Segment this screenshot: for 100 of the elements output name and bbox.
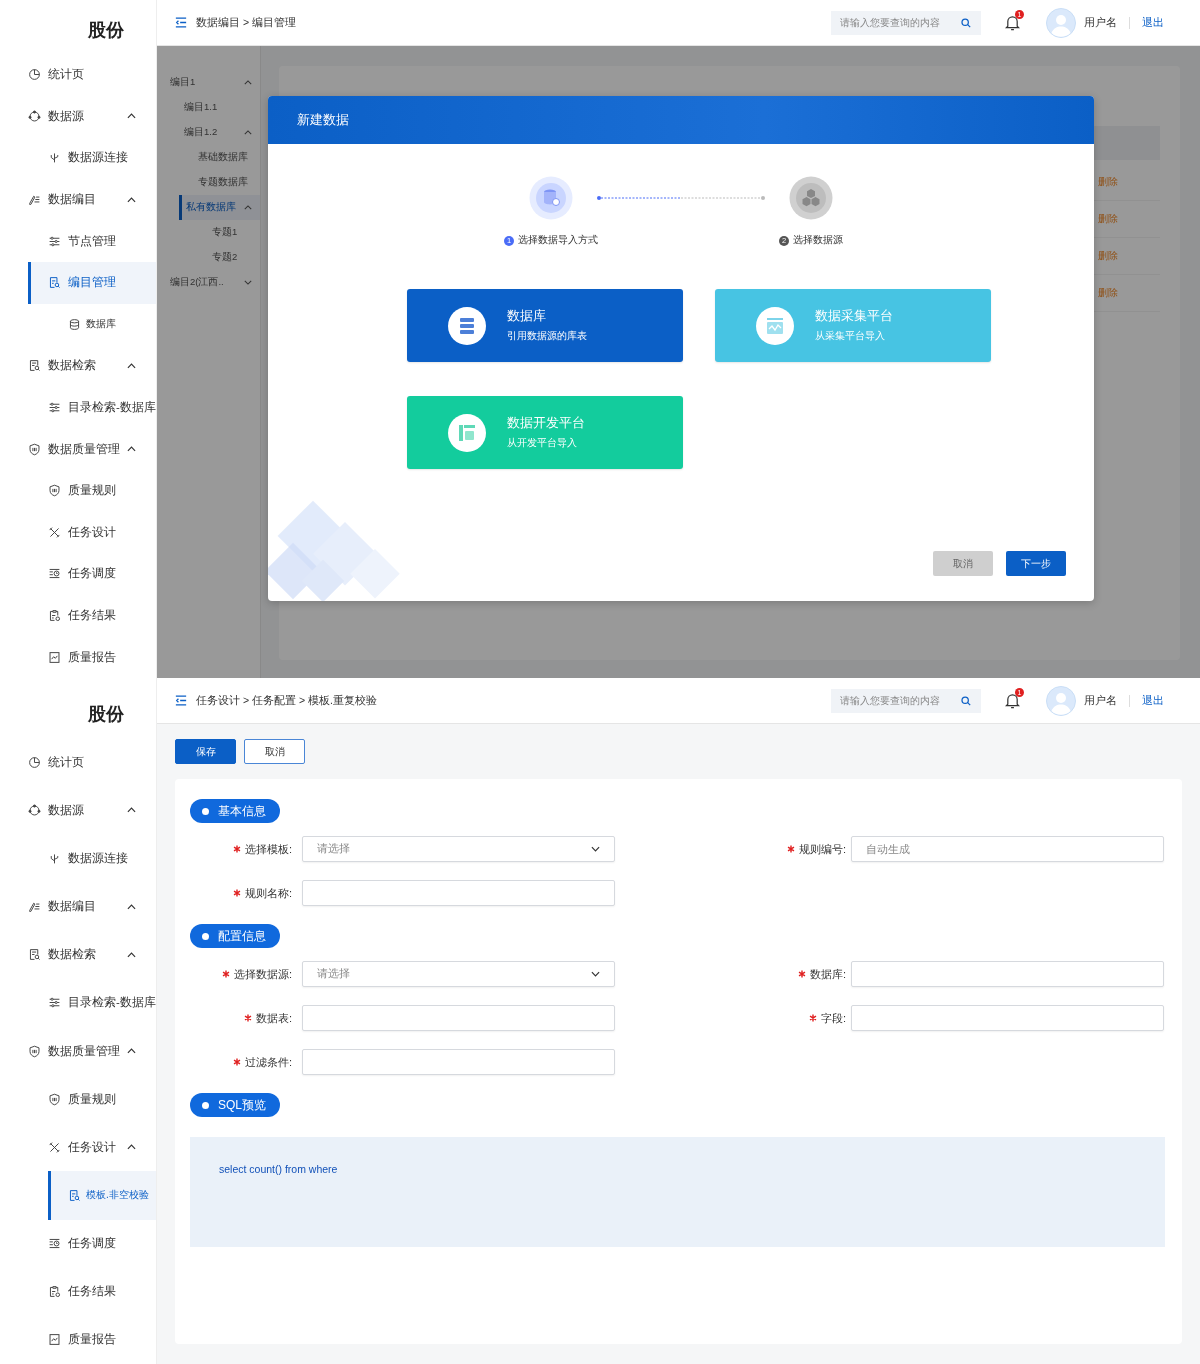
sidebar-item[interactable]: 任务设计: [28, 511, 156, 554]
save-button[interactable]: 保存: [175, 739, 236, 764]
report-icon: [48, 1333, 61, 1347]
bell-icon[interactable]: [1005, 14, 1020, 31]
field-label: 数据库:: [785, 966, 851, 982]
clipboard-icon: [48, 609, 61, 622]
search-icon[interactable]: [961, 695, 971, 706]
cancel-button[interactable]: 取消: [244, 739, 305, 764]
sidebar-item[interactable]: 目录检索-数据库: [28, 978, 156, 1027]
sidebar-item[interactable]: 数据源: [8, 786, 156, 835]
tree-item[interactable]: 专题数据库: [157, 170, 260, 195]
next-button[interactable]: 下一步: [1006, 551, 1066, 576]
sidebar-item[interactable]: 质量报告: [28, 636, 156, 678]
company-logo: 股份: [88, 703, 124, 726]
menu-icon[interactable]: [175, 695, 187, 706]
select-field[interactable]: 请选择: [302, 961, 615, 987]
input-field[interactable]: 自动生成: [851, 836, 1164, 862]
sidebar-item[interactable]: 数据源: [8, 95, 156, 138]
database-icon: [68, 317, 81, 331]
sidebar-item[interactable]: 数据源连接: [28, 137, 156, 179]
input-field[interactable]: [851, 1005, 1164, 1031]
sidebar-item[interactable]: 节点管理: [28, 220, 156, 262]
option-description: 从开发平台导入: [507, 437, 578, 450]
tree-item[interactable]: 基础数据库: [157, 145, 260, 170]
step-label: 选择数据源: [793, 234, 843, 247]
section-title: SQL预览: [190, 1093, 280, 1117]
bell-icon[interactable]: [1005, 692, 1020, 709]
option-title: 数据采集平台: [815, 308, 893, 325]
search-field[interactable]: 请输入您要查询的内容: [831, 688, 981, 713]
chart-window-icon: [755, 305, 795, 346]
step-label: 选择数据导入方式: [518, 234, 598, 247]
chevron-down-icon: [591, 846, 600, 852]
sidebar-item[interactable]: 数据检索: [8, 345, 156, 387]
option-description: 从采集平台导入: [815, 330, 886, 343]
sidebar-item[interactable]: 数据库: [48, 303, 156, 346]
menu-icon[interactable]: [175, 17, 187, 28]
sliders-icon: [48, 234, 61, 248]
sidebar-item[interactable]: 数据质量管理: [8, 1026, 156, 1076]
sidebar-item[interactable]: 模板.非空校验: [48, 1171, 156, 1220]
sidebar-item[interactable]: 任务结果: [28, 1267, 156, 1316]
pie-chart-icon: [28, 755, 41, 769]
input-field[interactable]: [302, 880, 615, 906]
tree-item[interactable]: 专题1: [157, 220, 260, 245]
sidebar-item[interactable]: 统计页: [8, 54, 156, 96]
logout-link[interactable]: 退出: [1142, 693, 1164, 708]
input-field[interactable]: [851, 961, 1164, 987]
field-label: 选择数据源:: [190, 966, 302, 982]
sidebar-item[interactable]: 数据编目: [8, 178, 156, 221]
select-field[interactable]: 请选择: [302, 836, 615, 862]
sidebar-item[interactable]: 任务调度: [28, 553, 156, 595]
document-search-icon: [68, 1189, 81, 1202]
shield-icon: [48, 1092, 61, 1106]
pen-list-icon: [28, 193, 41, 207]
sidebar-item[interactable]: 质量规则: [28, 469, 156, 512]
pen-list-icon: [28, 900, 41, 914]
tools-icon: [48, 1140, 61, 1154]
sidebar-item[interactable]: 目录检索-数据库: [28, 386, 156, 429]
tree-item[interactable]: 私有数据库: [179, 195, 260, 220]
sidebar-item[interactable]: 数据质量管理: [8, 428, 156, 470]
sidebar-item[interactable]: 统计页: [8, 738, 156, 787]
tree-item[interactable]: 编目1.1: [157, 95, 260, 120]
server-icon: [447, 305, 487, 346]
sidebar-item[interactable]: 质量报告: [28, 1315, 156, 1364]
tree-item[interactable]: 专题2: [157, 245, 260, 270]
report-icon: [48, 650, 61, 664]
field-label: 字段:: [785, 1010, 851, 1026]
logout-link[interactable]: 退出: [1142, 15, 1164, 30]
pie-chart-icon: [28, 68, 41, 82]
sidebar-item[interactable]: 数据检索: [8, 930, 156, 979]
field-label: 规则名称:: [190, 885, 302, 901]
avatar-icon[interactable]: [1046, 7, 1076, 38]
dialog-title: 新建数据: [297, 111, 349, 129]
fork-icon: [48, 151, 61, 165]
tree-item[interactable]: 编目1: [157, 70, 260, 95]
sidebar-item[interactable]: 任务设计: [28, 1123, 156, 1172]
sidebar-item[interactable]: 编目管理: [28, 261, 156, 304]
option-card[interactable]: 数据库 引用数据源的库表: [407, 289, 683, 362]
field-label: 规则编号:: [785, 841, 851, 857]
avatar-icon[interactable]: [1046, 685, 1076, 716]
option-description: 引用数据源的库表: [507, 330, 587, 343]
option-title: 数据开发平台: [507, 415, 585, 432]
input-field[interactable]: [302, 1005, 615, 1031]
input-field[interactable]: [302, 1049, 615, 1075]
cancel-button[interactable]: 取消: [933, 551, 993, 576]
username: 用户名: [1084, 693, 1117, 708]
sidebar-item[interactable]: 数据源连接: [28, 834, 156, 883]
sidebar-item[interactable]: 数据编目: [8, 882, 156, 931]
tree-item[interactable]: 编目1.2: [157, 120, 260, 145]
field-label: 选择模板:: [190, 841, 302, 857]
fork-icon: [48, 851, 61, 865]
search-field[interactable]: 请输入您要查询的内容: [831, 10, 981, 35]
tree-item[interactable]: 编目2(江西..: [157, 270, 260, 295]
section-title: 配置信息: [190, 924, 280, 948]
sidebar-item[interactable]: 任务结果: [28, 594, 156, 637]
sql-code: select count() from where: [219, 1163, 338, 1175]
sidebar-item[interactable]: 质量规则: [28, 1075, 156, 1124]
sidebar-item[interactable]: 任务调度: [28, 1219, 156, 1268]
sliders-icon: [48, 401, 61, 415]
grid-cube-icon: [447, 412, 487, 453]
search-icon[interactable]: [961, 17, 971, 28]
